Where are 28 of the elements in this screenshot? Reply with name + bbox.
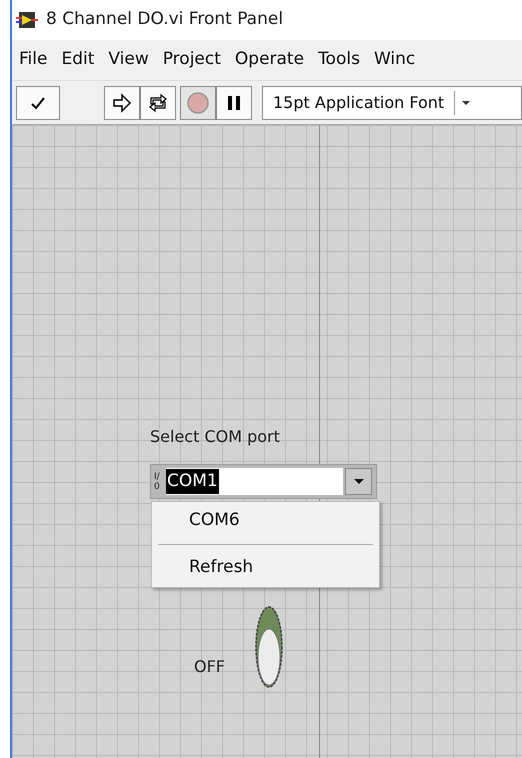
app-icon: [16, 11, 38, 29]
check-button[interactable]: [16, 86, 60, 120]
circular-arrows-icon: [147, 92, 169, 112]
dropdown-item[interactable]: COM6: [152, 506, 379, 536]
stop-icon: [186, 90, 210, 114]
field-label: Select COM port: [150, 426, 280, 448]
window-title: 8 Channel DO.vi Front Panel: [46, 8, 284, 32]
combo-value: COM1: [166, 468, 219, 494]
menu-item[interactable]: Project: [156, 47, 228, 73]
toggle-switch[interactable]: [254, 605, 284, 689]
menu-item[interactable]: File: [12, 47, 54, 73]
font-dropdown[interactable]: 15pt Application Font: [262, 86, 522, 120]
switch-state-text: OFF: [194, 656, 225, 678]
checkmark-icon: [29, 94, 47, 110]
run-continuous-button[interactable]: [140, 86, 176, 120]
dropdown-item[interactable]: Refresh: [152, 553, 379, 583]
menu-item[interactable]: Tools: [311, 47, 367, 73]
io-glyph: I/0: [154, 472, 161, 492]
menu-item[interactable]: View: [101, 47, 156, 73]
caret-icon: [352, 478, 364, 485]
caret-icon: [461, 100, 472, 106]
menu-item[interactable]: Operate: [228, 47, 312, 73]
arrow-icon: [111, 92, 133, 112]
menu-item[interactable]: Winc: [366, 47, 422, 73]
run-button[interactable]: [104, 86, 140, 120]
pause-button[interactable]: [216, 86, 252, 120]
dropdown-button[interactable]: [345, 468, 372, 495]
menu-item[interactable]: Edit: [54, 47, 102, 73]
